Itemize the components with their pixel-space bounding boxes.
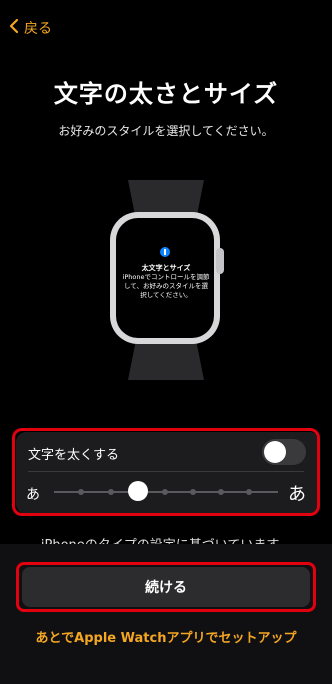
slider-thumb[interactable] bbox=[128, 481, 148, 501]
highlight-box bbox=[16, 562, 316, 612]
divider bbox=[28, 471, 304, 472]
page-subtitle: お好みのスタイルを選択してください。 bbox=[58, 124, 274, 138]
watch-screen-title: 太文字とサイズ bbox=[141, 264, 191, 272]
slider-tick bbox=[78, 489, 84, 495]
watch-screen-text: iPhoneでコントロールを調節して、お好みのスタイルを選択してください。 bbox=[122, 273, 210, 299]
text-size-large-label: あ bbox=[288, 484, 306, 505]
back-label: 戻る bbox=[24, 21, 52, 37]
slider-tick bbox=[218, 489, 224, 495]
chevron-left-icon bbox=[8, 18, 20, 38]
slider-tick bbox=[162, 489, 168, 495]
toggle-knob bbox=[264, 441, 286, 463]
slider-tick bbox=[108, 489, 114, 495]
page-title: 文字の太さとサイズ bbox=[53, 80, 279, 108]
setup-later-link[interactable]: あとでApple Watchアプリでセットアップ bbox=[0, 627, 332, 646]
text-size-small-label: あ bbox=[26, 487, 40, 503]
back-button[interactable]: 戻る bbox=[8, 18, 52, 38]
bold-text-label: 文字を太くする bbox=[28, 448, 120, 463]
slider-tick bbox=[190, 489, 196, 495]
slider-tick bbox=[246, 489, 252, 495]
